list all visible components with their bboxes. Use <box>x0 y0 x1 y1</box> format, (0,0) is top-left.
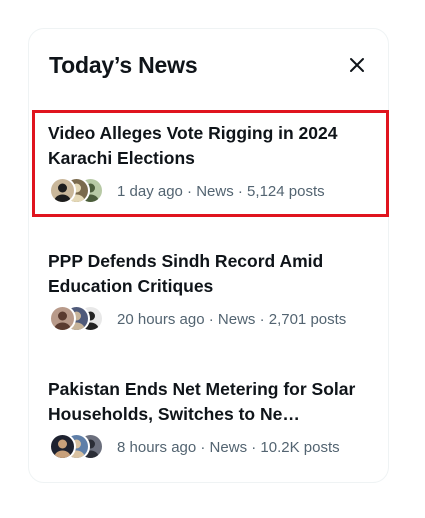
news-meta-text: 1 day ago · News · 5,124 posts <box>117 182 325 200</box>
news-meta: 8 hours ago · News · 10.2K posts <box>49 432 340 462</box>
panel-title: Today’s News <box>49 51 198 78</box>
news-item[interactable]: Video Alleges Vote Rigging in 2024 Karac… <box>29 109 390 219</box>
panel-header: Today’s News <box>49 49 368 81</box>
news-headline: PPP Defends Sindh Record Amid Education … <box>48 251 324 296</box>
news-meta-text: 8 hours ago · News · 10.2K posts <box>117 438 340 456</box>
avatar <box>49 305 76 332</box>
news-meta-text: 20 hours ago · News · 2,701 posts <box>117 310 347 328</box>
todays-news-panel: Today’s News Video Alleges Vote Rigging … <box>28 28 389 483</box>
news-item[interactable]: Pakistan Ends Net Metering for Solar Hou… <box>29 365 390 475</box>
news-headline: Pakistan Ends Net Metering for Solar Hou… <box>48 379 356 424</box>
news-meta: 20 hours ago · News · 2,701 posts <box>49 304 346 334</box>
avatar <box>49 433 76 460</box>
close-icon <box>350 58 364 72</box>
close-button[interactable] <box>342 50 372 80</box>
avatar <box>49 177 76 204</box>
news-meta: 1 day ago · News · 5,124 posts <box>49 176 325 206</box>
avatar-group <box>49 433 109 461</box>
news-headline: Video Alleges Vote Rigging in 2024 Karac… <box>48 123 338 168</box>
news-item[interactable]: PPP Defends Sindh Record Amid Education … <box>29 237 390 347</box>
avatar-group <box>49 177 109 205</box>
avatar-group <box>49 305 109 333</box>
